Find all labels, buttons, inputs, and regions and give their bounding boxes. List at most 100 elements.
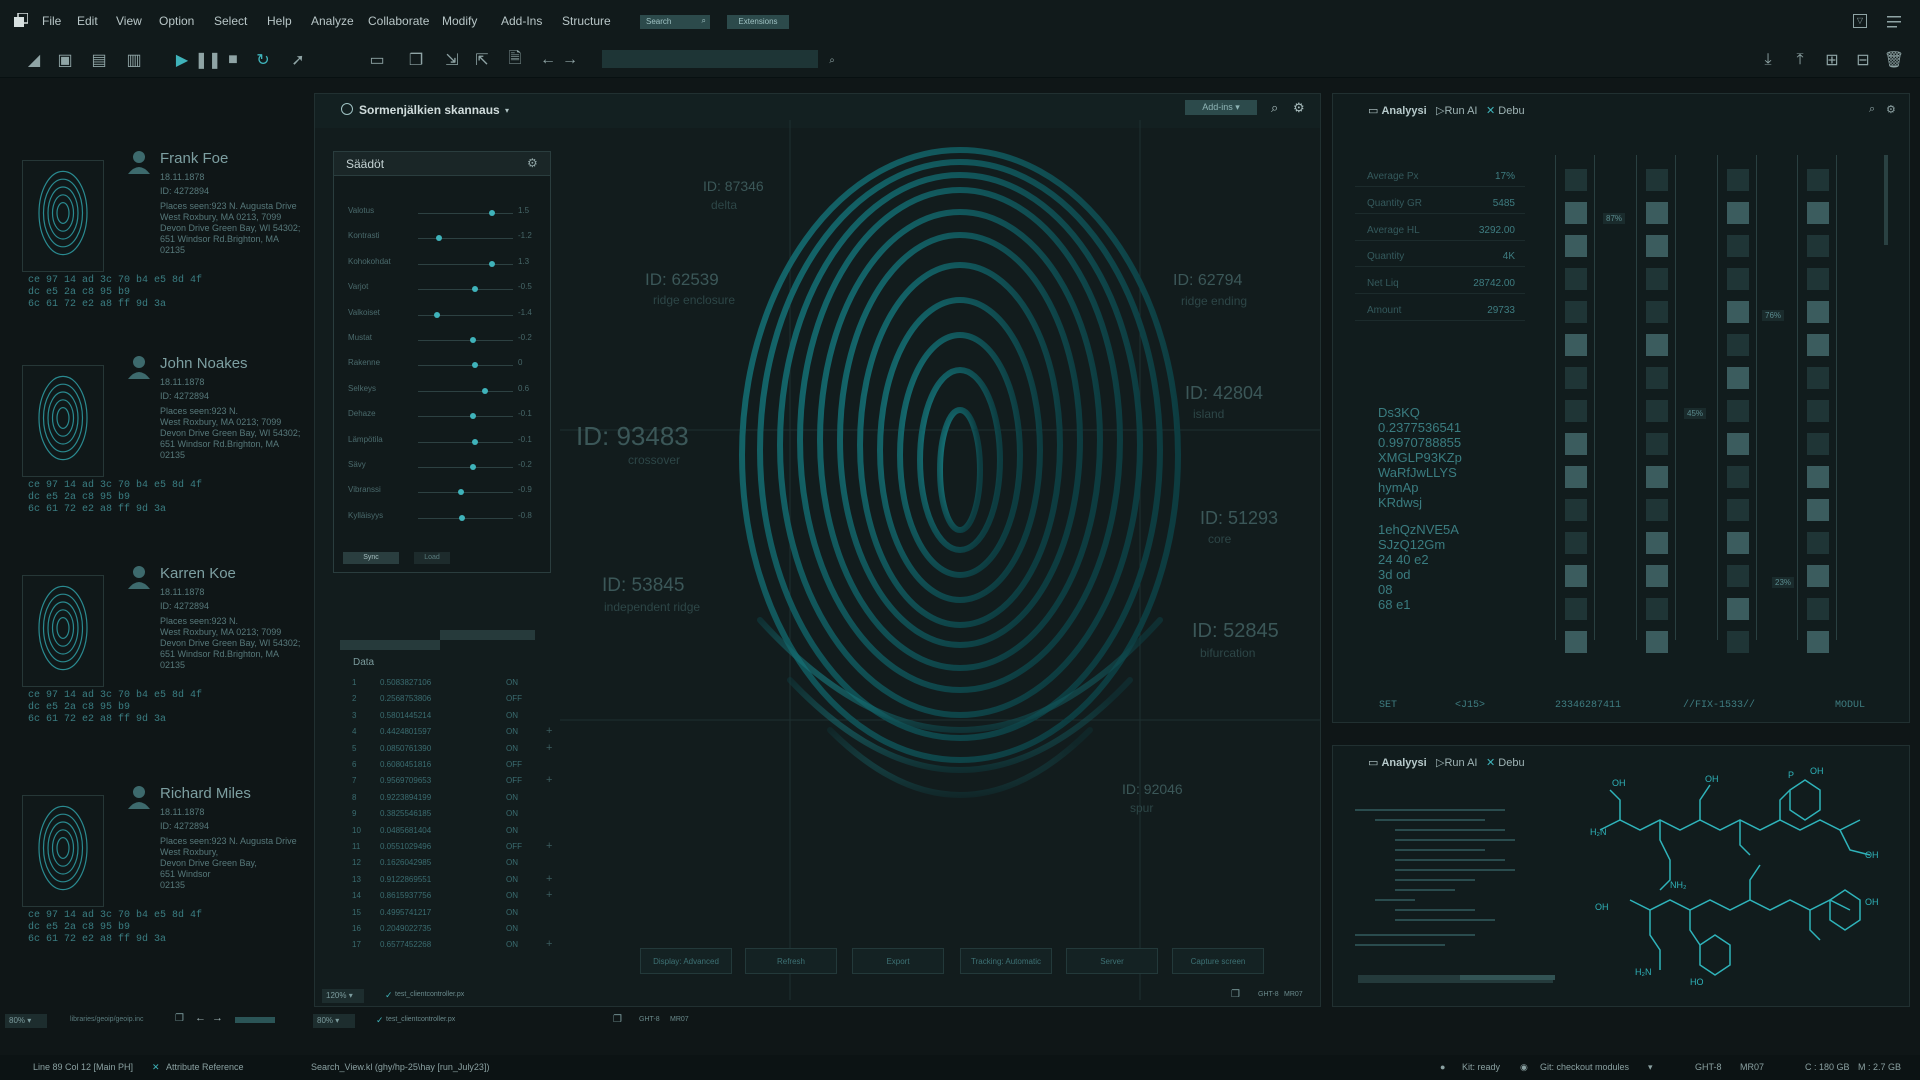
export-icon[interactable]: ⇱ [472, 50, 492, 70]
slider-track[interactable] [418, 416, 513, 418]
fingerprint-thumbnail[interactable] [22, 575, 104, 687]
table-row[interactable]: 8 0.9223894199 ON [352, 793, 552, 809]
data-tab-active[interactable] [440, 630, 535, 640]
add-icon[interactable]: + [546, 774, 552, 786]
menu-file[interactable]: File [42, 14, 61, 28]
data-tab-inactive[interactable] [340, 640, 440, 650]
menu-option[interactable]: Option [159, 14, 194, 28]
status-git[interactable]: Git: checkout modules [1540, 1062, 1629, 1072]
copy-icon[interactable]: ❐ [406, 50, 426, 70]
play-icon[interactable]: ▶ [172, 50, 192, 70]
stop-icon[interactable]: ■ [223, 50, 243, 70]
arrow-left-icon[interactable]: ← [195, 1012, 206, 1024]
table-row[interactable]: 4 0.4424801597 ON + [352, 725, 552, 743]
shape-tool-icon[interactable]: ◢ [24, 50, 44, 70]
menu-collaborate[interactable]: Collaborate [368, 14, 429, 28]
table-row[interactable]: 17 0.6577452268 ON + [352, 938, 552, 956]
menu-edit[interactable]: Edit [77, 14, 98, 28]
tab-debug[interactable]: ✕ Debu [1486, 756, 1525, 769]
suspect-card[interactable]: Frank Foe 18.11.1878 ID: 4272894 Places see… [20, 150, 300, 350]
slider-track[interactable] [418, 213, 513, 214]
slider-track[interactable] [418, 238, 513, 240]
slider-track[interactable] [418, 517, 513, 519]
copy-icon[interactable]: ❐ [613, 1014, 622, 1025]
add-icon[interactable]: + [546, 725, 552, 737]
dropdown-icon[interactable]: ▽ [1853, 14, 1867, 28]
table-row[interactable]: 12 0.1626042985 ON [352, 858, 552, 874]
suspect-name[interactable]: John Noakes [160, 355, 248, 372]
scrollbar[interactable] [1884, 155, 1888, 245]
fingerprint-thumbnail[interactable] [22, 160, 104, 272]
minutia-id[interactable]: ID: 87346 [703, 178, 764, 194]
menu-add-ins[interactable]: Add-Ins [501, 14, 542, 28]
slider-track[interactable] [418, 263, 513, 265]
table-row[interactable]: 1 0.5083827106 ON [352, 678, 552, 694]
status-attr[interactable]: Attribute Reference [166, 1062, 244, 1072]
slider-knob[interactable] [489, 260, 496, 267]
suspect-name[interactable]: Karren Koe [160, 565, 236, 582]
slider-knob[interactable] [458, 514, 465, 521]
add-icon[interactable]: + [546, 938, 552, 950]
slider-knob[interactable] [472, 438, 478, 445]
minutia-id[interactable]: ID: 52845 [1192, 620, 1279, 643]
slider-track[interactable] [418, 467, 513, 468]
action-button[interactable]: Server [1066, 948, 1158, 974]
chevron-down-icon[interactable]: ▾ [505, 106, 509, 115]
action-button[interactable]: Refresh [745, 948, 837, 974]
slider-knob[interactable] [481, 387, 488, 394]
table-row[interactable]: 15 0.4995741217 ON [352, 908, 552, 924]
equalizer-icon[interactable]: ▥ [124, 50, 144, 70]
fingerprint-thumbnail[interactable] [22, 795, 104, 907]
trash-icon[interactable]: 🗑 [1884, 50, 1904, 70]
close-icon[interactable]: ✕ [152, 1062, 160, 1073]
main-zoom-select[interactable]: 120% ▾ [322, 989, 364, 1003]
table-row[interactable]: 9 0.3825546185 ON [352, 809, 552, 825]
slider-knob[interactable] [472, 362, 478, 369]
import-icon[interactable]: ⇲ [442, 50, 462, 70]
slider-knob[interactable] [470, 337, 477, 343]
add-icon[interactable]: + [546, 889, 552, 901]
menu-help[interactable]: Help [267, 14, 292, 28]
table-row[interactable]: 5 0.0850761390 ON + [352, 742, 552, 760]
menu-modify[interactable]: Modify [442, 14, 477, 28]
menu-view[interactable]: View [116, 14, 142, 28]
suspect-name[interactable]: Frank Foe [160, 150, 228, 167]
table-row[interactable]: 14 0.8615937756 ON + [352, 889, 552, 907]
copy-icon[interactable]: ❐ [1231, 989, 1240, 1000]
pause-icon[interactable]: ❚❚ [195, 50, 222, 70]
search-icon[interactable]: ⌕ [1869, 103, 1875, 116]
window-menu-icon[interactable] [1886, 14, 1902, 28]
toolbar-search-input[interactable] [602, 50, 818, 68]
main-panel-title[interactable]: Sormenjälkien skannaus [359, 103, 500, 117]
slider-track[interactable] [418, 492, 513, 494]
table-row[interactable]: 3 0.5801445214 ON [352, 711, 552, 727]
menu-structure[interactable]: Structure [562, 14, 611, 28]
slider-knob[interactable] [489, 210, 496, 216]
document-settings-icon[interactable]: 🗎 [505, 50, 525, 70]
arrow-right-icon[interactable]: → [560, 50, 580, 70]
table-row[interactable]: 16 0.2049022735 ON [352, 924, 552, 940]
suspect-card[interactable]: John Noakes 18.11.1878 ID: 4272894 Places s… [20, 355, 300, 555]
chevron-down-icon[interactable]: ▾ [1648, 1062, 1653, 1073]
remove-icon[interactable]: ⊟ [1853, 50, 1873, 70]
minutia-id[interactable]: ID: 53845 [602, 575, 684, 597]
minutia-id[interactable]: ID: 62539 [645, 270, 719, 290]
copy-icon[interactable]: ❐ [175, 1013, 184, 1024]
menu-select[interactable]: Select [214, 14, 247, 28]
arrow-left-icon[interactable]: ← [538, 50, 558, 70]
gear-icon[interactable]: ⚙ [1886, 103, 1896, 116]
slider-track[interactable] [418, 289, 513, 291]
gear-icon[interactable]: ⚙ [1293, 100, 1305, 116]
slider-knob[interactable] [457, 489, 464, 496]
toolbar-search-icon[interactable]: ⌕ [822, 50, 842, 70]
addins-button[interactable]: Add-ins ▾ [1185, 100, 1257, 115]
loop-icon[interactable]: ↻ [253, 50, 273, 70]
table-row[interactable]: 11 0.0551029496 OFF + [352, 840, 552, 858]
add-icon[interactable]: ⊞ [1822, 50, 1842, 70]
minutia-id[interactable]: ID: 62794 [1173, 272, 1242, 290]
fingerprint-thumbnail[interactable] [22, 365, 104, 477]
minutia-id[interactable]: ID: 42804 [1185, 383, 1263, 404]
action-button[interactable]: Export [852, 948, 944, 974]
window-icon[interactable]: ▭ [367, 50, 387, 70]
slider-track[interactable] [418, 365, 513, 367]
